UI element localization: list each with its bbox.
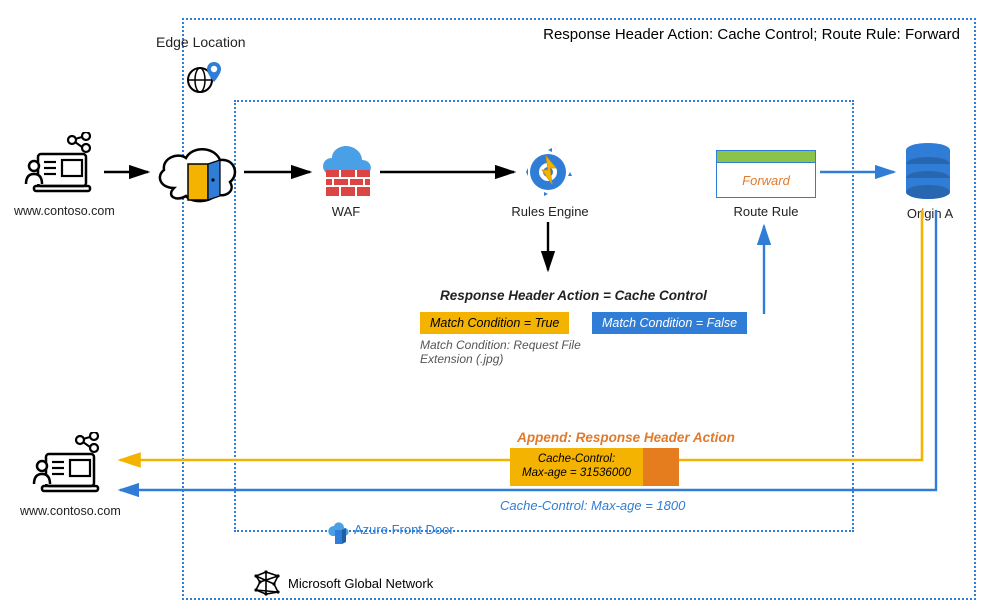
match-false-pill: Match Condition = False: [592, 312, 747, 334]
cache-box-line1: Cache-Control:: [538, 453, 615, 467]
cache-control-box: Cache-Control: Max-age = 31536000: [510, 448, 679, 486]
response-header-action-title: Response Header Action = Cache Control: [440, 288, 707, 303]
match-condition-note: Match Condition: Request File Extension …: [420, 338, 620, 366]
append-title: Append: Response Header Action: [506, 430, 746, 445]
mgn-label: Microsoft Global Network: [288, 576, 433, 591]
match-true-pill: Match Condition = True: [420, 312, 569, 334]
mgn-icon: [252, 570, 282, 599]
arrows-layer: [0, 0, 986, 606]
cache-box-orange: [643, 448, 679, 486]
afd-icon: [326, 518, 350, 549]
cache-box-line2: Max-age = 31536000: [522, 467, 631, 481]
user-client-bottom-icon: [28, 432, 108, 500]
user-domain-bottom: www.contoso.com: [20, 504, 120, 518]
afd-label: Azure Front Door: [354, 522, 454, 537]
blue-cache-note: Cache-Control: Max-age = 1800: [500, 498, 685, 513]
